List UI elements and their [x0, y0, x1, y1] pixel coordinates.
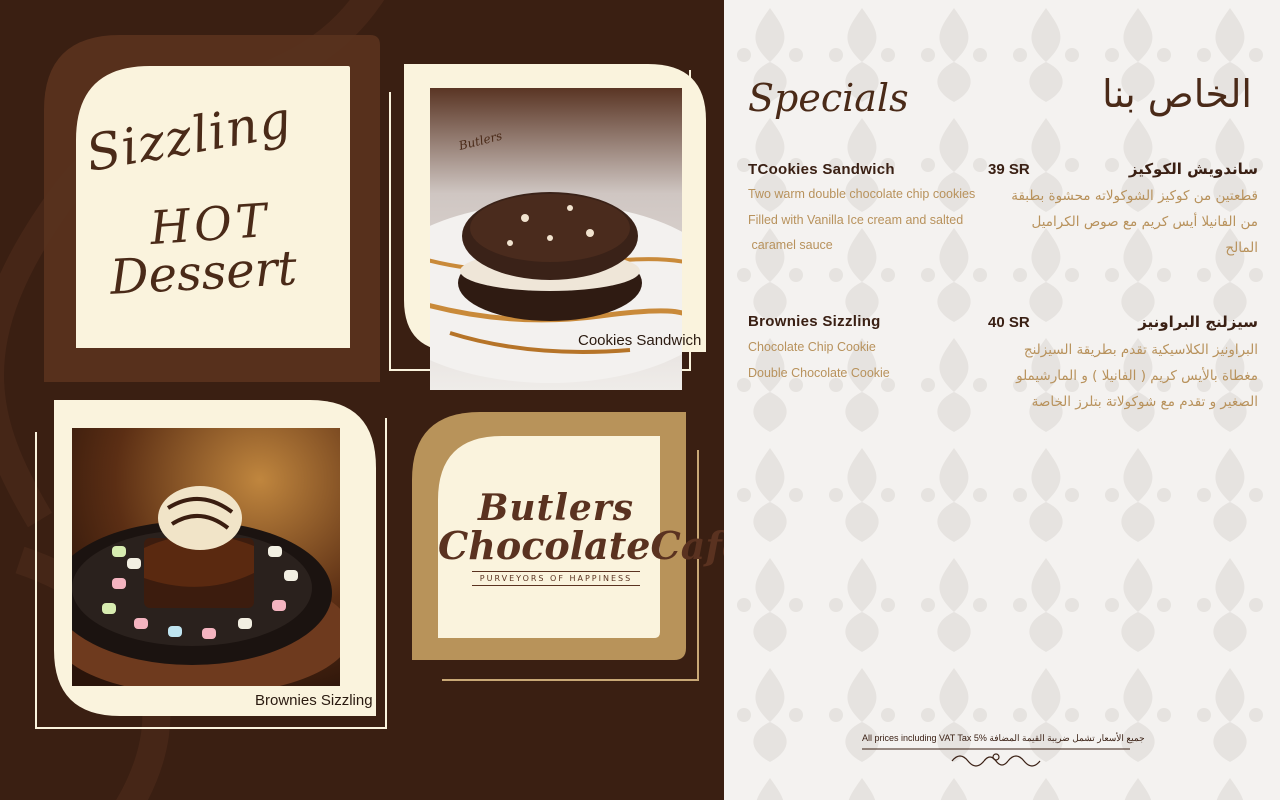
item-2-desc-line: Chocolate Chip Cookie — [748, 340, 876, 354]
item-1-price: 39 SR — [988, 161, 1030, 178]
brownies-sizzling-photo — [72, 428, 340, 686]
item-2-desc-line: Double Chocolate Cookie — [748, 365, 890, 380]
cookies-sandwich-tile: Butlers Cookies Sandwich — [388, 60, 718, 390]
item-1-desc-line: Filled with Vanilla Ice cream and salted — [748, 212, 964, 227]
brownies-sizzling-caption: Brownies Sizzling — [255, 692, 373, 709]
logo-tile: Butlers ChocolateCafé PURVEYORS OF HAPPI… — [408, 410, 724, 710]
butlers-logo: Butlers ChocolateCafé PURVEYORS OF HAPPI… — [438, 487, 724, 586]
cookies-sandwich-caption: Cookies Sandwich — [578, 332, 702, 349]
brownies-sizzling-tile: Brownies Sizzling — [30, 398, 388, 729]
promo-tile: Sizzling HOT Dessert — [40, 30, 385, 382]
item-1-name: TCookies Sandwich — [748, 161, 895, 178]
item-1-desc-line: Two warm double chocolate chip cookies — [748, 187, 976, 201]
price-footer: All prices including VAT Tax 5% جميع الأ… — [862, 733, 1145, 773]
menu-title-en: Specials — [748, 76, 909, 120]
item-2-name: Brownies Sizzling — [748, 313, 881, 330]
item-2-price: 40 SR — [988, 314, 1030, 331]
item-1-description-ar: قطعتين من كوكيز الشوكولاته محشوة بطبقة م… — [1011, 188, 1258, 256]
item-1-description: Two warm double chocolate chip cookies F… — [748, 182, 975, 259]
item-2-description: Chocolate Chip Cookie Double Chocolate C… — [748, 335, 890, 386]
menu-title-ar: الخاص بنا — [1102, 72, 1252, 116]
logo-line-2: ChocolateCafé — [438, 523, 724, 568]
logo-line-1: Butlers — [477, 487, 635, 529]
item-2-name-ar: سيزلنج البراونيز — [1138, 313, 1258, 331]
photo-panel: Sizzling HOT Dessert Butlers Cookies San… — [0, 0, 724, 800]
logo-tagline: PURVEYORS OF HAPPINESS — [471, 571, 641, 586]
menu-page: Specials الخاص بنا TCookies Sandwich 39 … — [724, 0, 1280, 800]
item-1-name-ar: ساندويش الكوكيز — [1128, 160, 1258, 178]
ornament-divider — [862, 748, 1130, 767]
promo-line-3: Dessert — [108, 240, 299, 306]
item-1-desc-line: caramel sauce — [748, 238, 833, 252]
item-2-description-ar: البراونيز الكلاسيكية تقدم بطريقة السيزلن… — [1016, 342, 1258, 410]
